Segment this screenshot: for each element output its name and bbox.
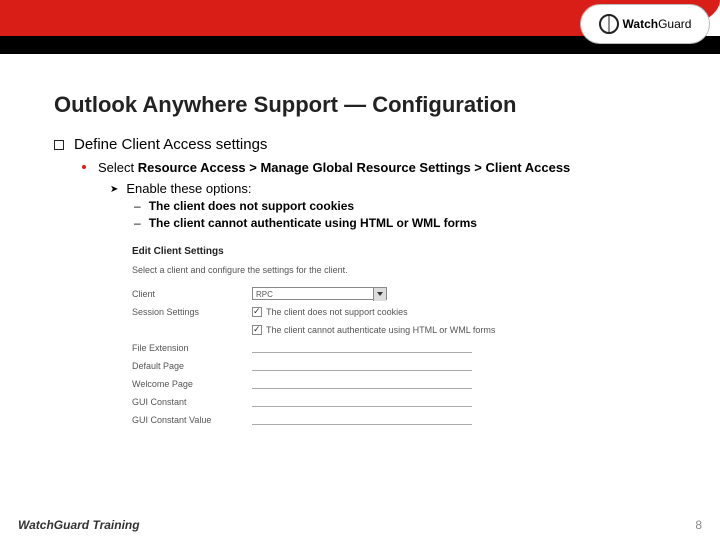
client-select-value: RPC [256,290,273,299]
brand-logo: WatchGuard [580,4,710,44]
square-bullet-icon [54,140,64,150]
slide-title: Outlook Anywhere Support — Configuration [54,92,666,118]
gui-constant-row: GUI Constant [132,393,562,411]
gui-constant-value-label: GUI Constant Value [132,415,252,425]
client-label: Client [132,289,252,299]
welcome-page-label: Welcome Page [132,379,252,389]
default-page-label: Default Page [132,361,252,371]
gui-constant-value-input[interactable] [252,414,472,425]
file-extension-row: File Extension [132,339,562,357]
auth-checkbox[interactable] [252,325,262,335]
cookies-checkbox-label: The client does not support cookies [266,307,408,317]
cookies-checkbox[interactable] [252,307,262,317]
welcome-page-row: Welcome Page [132,375,562,393]
bullet-level-1-text: Define Client Access settings [74,136,267,153]
header: WatchGuard [0,0,720,72]
footer-text: WatchGuard Training [18,518,140,532]
option-item-2: The client cannot authenticate using HTM… [134,216,666,230]
client-row: Client RPC [132,285,562,303]
chevron-down-icon [377,292,383,296]
globe-icon [599,14,619,34]
bullet-level-3-text: Enable these options: [126,181,251,196]
default-page-input[interactable] [252,360,472,371]
option-item-1: The client does not support cookies [134,199,666,213]
session-settings-row-2: The client cannot authenticate using HTM… [132,321,562,339]
file-extension-label: File Extension [132,343,252,353]
panel-description: Select a client and configure the settin… [132,265,562,275]
bullet-level-2-text: Select Resource Access > Manage Global R… [98,159,570,177]
gui-constant-input[interactable] [252,396,472,407]
bullet-level-1: Define Client Access settings [54,136,666,153]
session-settings-row-1: Session Settings The client does not sup… [132,303,562,321]
file-extension-input[interactable] [252,342,472,353]
logo-text: WatchGuard [623,17,692,31]
panel-title: Edit Client Settings [132,246,562,257]
gui-constant-label: GUI Constant [132,397,252,407]
slide-content: Outlook Anywhere Support — Configuration… [0,72,720,429]
client-select[interactable]: RPC [252,287,387,300]
auth-checkbox-label: The client cannot authenticate using HTM… [266,325,495,335]
gui-constant-value-row: GUI Constant Value [132,411,562,429]
default-page-row: Default Page [132,357,562,375]
arrow-bullet-icon: ➤ [110,184,118,196]
dot-bullet-icon [82,165,86,169]
bullet-level-2: Select Resource Access > Manage Global R… [82,159,666,177]
page-number: 8 [695,518,702,532]
settings-panel: Edit Client Settings Select a client and… [132,246,562,429]
session-settings-label: Session Settings [132,307,252,317]
footer: WatchGuard Training 8 [18,518,702,532]
welcome-page-input[interactable] [252,378,472,389]
bullet-level-3: ➤ Enable these options: [110,181,666,196]
